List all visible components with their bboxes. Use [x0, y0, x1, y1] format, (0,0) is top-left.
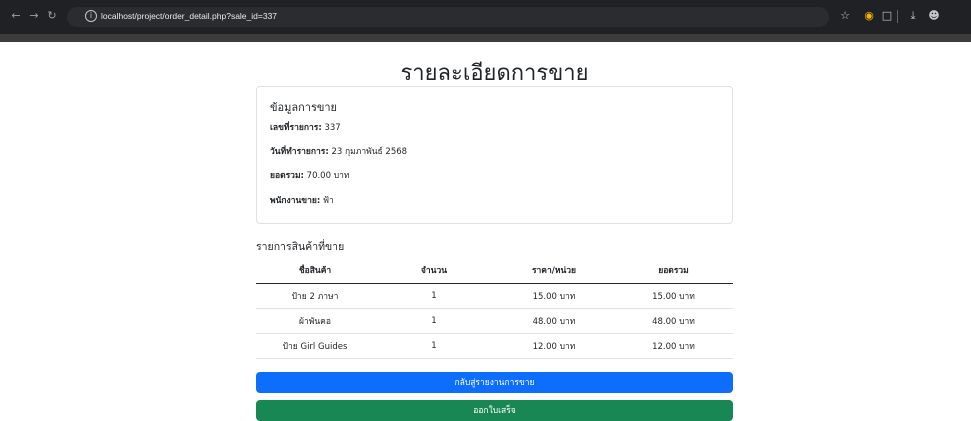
- back-to-sales-report-button[interactable]: กลับสู่รายงานการขาย: [256, 372, 733, 393]
- salesperson-line: พนักงานขาย: ฟ้า: [270, 193, 334, 207]
- table-row: ป้าย Girl Guides 1 12.00 บาท 12.00 บาท: [256, 333, 733, 359]
- cell-subtotal: 15.00 บาท: [614, 283, 733, 309]
- forward-arrow-icon[interactable]: →: [27, 9, 41, 23]
- cell-product: ป้าย 2 ภาษา: [256, 283, 374, 309]
- order-total-value: 70.00 บาท: [306, 171, 350, 181]
- profile-icon[interactable]: ☻: [927, 9, 941, 23]
- browser-chrome: ← → ↻ i localhost/project/order_detail.p…: [0, 0, 971, 42]
- cell-quantity: 1: [374, 308, 494, 334]
- order-date-value: 23 กุมภาพันธ์ 2568: [331, 147, 408, 157]
- table-row: ผ้าพันคอ 1 48.00 บาท 48.00 บาท: [256, 308, 733, 334]
- cell-quantity: 1: [374, 283, 494, 309]
- page-title: รายละเอียดการขาย: [400, 61, 589, 86]
- order-date-label: วันที่ทำรายการ:: [270, 147, 329, 157]
- order-number-line: เลขที่รายการ: 337: [270, 120, 341, 134]
- site-info-icon[interactable]: i: [85, 10, 97, 22]
- order-total-line: ยอดรวม: 70.00 บาท: [270, 168, 349, 182]
- reload-icon[interactable]: ↻: [45, 9, 59, 23]
- print-receipt-button[interactable]: ออกใบเสร็จ: [256, 400, 733, 421]
- cell-unit-price: 15.00 บาท: [494, 283, 614, 309]
- extension-icon[interactable]: ◉: [862, 9, 876, 23]
- cell-unit-price: 48.00 บาท: [494, 308, 614, 334]
- browser-toolbar: ← → ↻ i localhost/project/order_detail.p…: [0, 0, 971, 34]
- column-header-product: ชื่อสินค้า: [256, 257, 374, 284]
- cell-subtotal: 12.00 บาท: [614, 333, 733, 359]
- items-table: ชื่อสินค้า จำนวน ราคา/หน่วย ยอดรวม ป้าย …: [256, 257, 733, 359]
- order-total-label: ยอดรวม:: [270, 171, 304, 181]
- cell-product: ผ้าพันคอ: [256, 308, 374, 334]
- extensions-puzzle-icon[interactable]: □: [880, 9, 894, 23]
- order-number-value: 337: [324, 123, 341, 133]
- column-header-unit-price: ราคา/หน่วย: [494, 257, 614, 284]
- column-header-quantity: จำนวน: [374, 257, 494, 284]
- download-icon[interactable]: ⤓: [906, 9, 920, 23]
- bookmark-star-icon[interactable]: ☆: [838, 9, 852, 23]
- cell-product: ป้าย Girl Guides: [256, 333, 374, 359]
- table-row: ป้าย 2 ภาษา 1 15.00 บาท 15.00 บาท: [256, 283, 733, 309]
- sale-info-card: ข้อมูลการขาย เลขที่รายการ: 337 วันที่ทำร…: [256, 86, 733, 224]
- url-text[interactable]: localhost/project/order_detail.php?sale_…: [101, 11, 277, 21]
- cell-subtotal: 48.00 บาท: [614, 308, 733, 334]
- cell-unit-price: 12.00 บาท: [494, 333, 614, 359]
- column-header-subtotal: ยอดรวม: [614, 257, 733, 284]
- salesperson-label: พนักงานขาย:: [270, 196, 321, 206]
- order-number-label: เลขที่รายการ:: [270, 123, 322, 133]
- items-section-title: รายการสินค้าที่ขาย: [256, 241, 345, 253]
- cell-quantity: 1: [374, 333, 494, 359]
- order-date-line: วันที่ทำรายการ: 23 กุมภาพันธ์ 2568: [270, 144, 407, 158]
- card-title: ข้อมูลการขาย: [270, 101, 338, 114]
- back-arrow-icon[interactable]: ←: [9, 9, 23, 23]
- toolbar-divider: [897, 10, 898, 23]
- salesperson-value: ฟ้า: [322, 196, 334, 206]
- table-header-row: ชื่อสินค้า จำนวน ราคา/หน่วย ยอดรวม: [256, 257, 733, 284]
